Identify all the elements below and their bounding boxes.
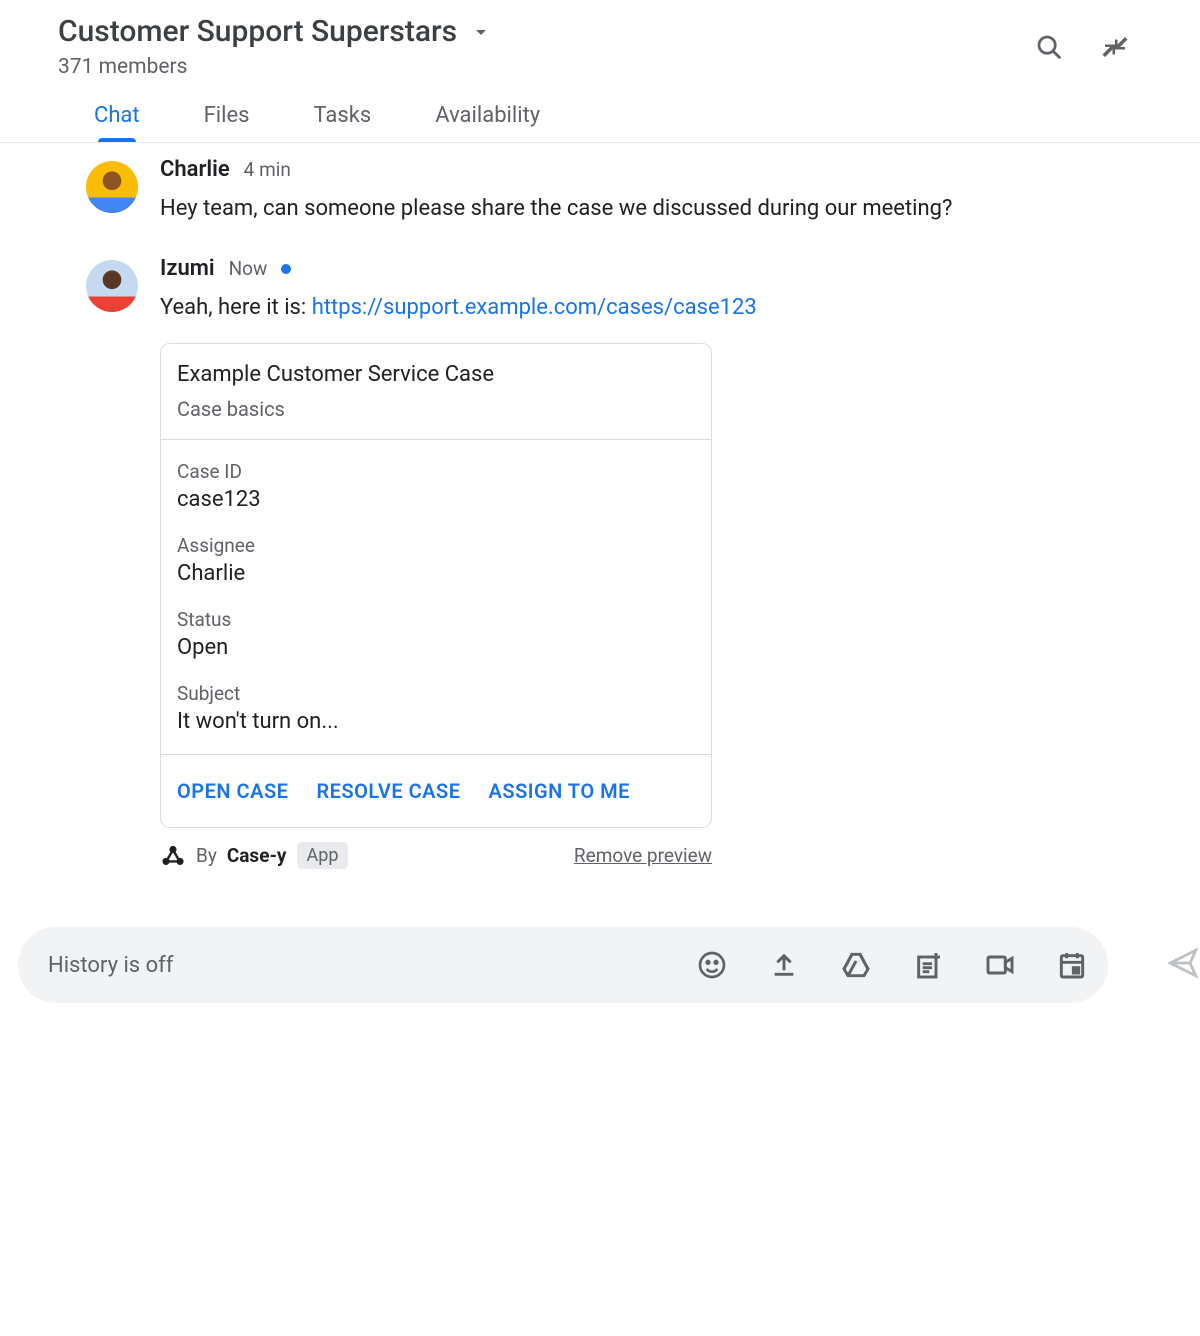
send-icon[interactable] — [1166, 946, 1200, 980]
composer-placeholder: History is off — [48, 953, 696, 978]
card-by-prefix: By — [196, 844, 217, 867]
tabs: Chat Files Tasks Availability — [0, 103, 1200, 143]
message-body: Hey team, can someone please share the c… — [160, 192, 1102, 226]
message-timestamp: 4 min — [244, 158, 291, 181]
message-author: Charlie — [160, 157, 230, 182]
field-label: Subject — [177, 682, 695, 705]
message-timestamp: Now — [229, 257, 268, 280]
message-link[interactable]: https://support.example.com/cases/case12… — [312, 295, 757, 320]
message-body: Yeah, here it is: https://support.exampl… — [160, 291, 1102, 325]
drive-icon[interactable] — [840, 949, 872, 981]
field-value: It won't turn on... — [177, 709, 695, 734]
dropdown-icon[interactable] — [469, 20, 493, 44]
field-label: Case ID — [177, 460, 695, 483]
tab-tasks[interactable]: Tasks — [314, 103, 372, 142]
field-value: case123 — [177, 487, 695, 512]
search-icon[interactable] — [1034, 32, 1064, 62]
space-title: Customer Support Superstars — [58, 14, 457, 49]
field-label: Assignee — [177, 534, 695, 557]
card-title: Example Customer Service Case — [177, 362, 695, 387]
link-preview-card: Example Customer Service Case Case basic… — [160, 343, 712, 828]
composer[interactable]: History is off — [18, 927, 1108, 1003]
member-count: 371 members — [58, 55, 493, 79]
tab-files[interactable]: Files — [204, 103, 250, 142]
open-case-button[interactable]: OPEN CASE — [177, 779, 288, 803]
message: Izumi Now Yeah, here it is: https://supp… — [58, 256, 1142, 869]
message-author: Izumi — [160, 256, 215, 281]
avatar — [86, 161, 138, 213]
app-name: Case-y — [227, 844, 287, 867]
tab-chat[interactable]: Chat — [94, 103, 140, 142]
field-value: Open — [177, 635, 695, 660]
upload-icon[interactable] — [768, 949, 800, 981]
message-text: Yeah, here it is: — [160, 295, 312, 320]
collapse-icon[interactable] — [1100, 32, 1130, 62]
message: Charlie 4 min Hey team, can someone plea… — [58, 157, 1142, 226]
app-badge: App — [297, 842, 349, 869]
field-value: Charlie — [177, 561, 695, 586]
tab-availability[interactable]: Availability — [435, 103, 540, 142]
resolve-case-button[interactable]: RESOLVE CASE — [316, 779, 460, 803]
webhook-icon — [160, 843, 186, 869]
avatar — [86, 260, 138, 312]
card-subtitle: Case basics — [177, 397, 695, 421]
video-icon[interactable] — [984, 949, 1016, 981]
remove-preview-button[interactable]: Remove preview — [574, 844, 712, 867]
assign-to-me-button[interactable]: ASSIGN TO ME — [489, 779, 630, 803]
field-label: Status — [177, 608, 695, 631]
docs-icon[interactable] — [912, 949, 944, 981]
emoji-icon[interactable] — [696, 949, 728, 981]
unread-dot-icon — [281, 264, 291, 274]
calendar-icon[interactable] — [1056, 949, 1088, 981]
